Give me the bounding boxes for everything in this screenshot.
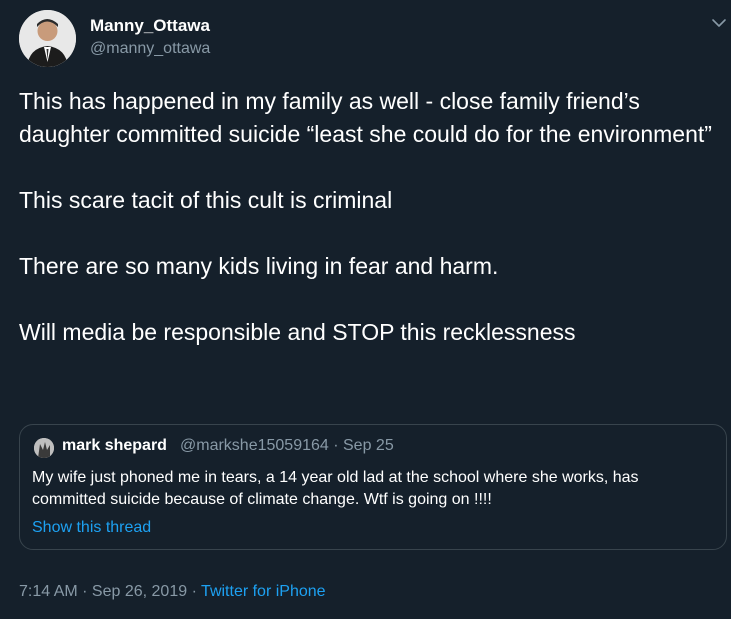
- tweet-paragraph: This scare tacit of this cult is crimina…: [19, 187, 393, 213]
- tweet-card: Manny_Ottawa @manny_ottawa This has happ…: [0, 0, 731, 619]
- tweet-paragraph: Will media be responsible and STOP this …: [19, 319, 576, 345]
- quoted-avatar: [34, 438, 54, 458]
- quoted-text: My wife just phoned me in tears, a 14 ye…: [32, 469, 639, 508]
- tweet-paragraph: This has happened in my family as well -…: [19, 88, 712, 147]
- chevron-down-icon[interactable]: [710, 14, 728, 32]
- quoted-handle-date: @markshe15059164 · Sep 25: [180, 437, 394, 454]
- quoted-tweet[interactable]: mark shepard @markshe15059164 · Sep 25 M…: [19, 424, 727, 550]
- tweet-timestamp[interactable]: 7:14 AM · Sep 26, 2019 ·: [19, 583, 201, 600]
- author-display-name[interactable]: Manny_Ottawa: [90, 16, 210, 36]
- author-handle[interactable]: @manny_ottawa: [90, 40, 210, 58]
- tweet-footer: 7:14 AM · Sep 26, 2019 · Twitter for iPh…: [19, 583, 326, 601]
- show-thread-link[interactable]: Show this thread: [32, 519, 151, 537]
- tweet-paragraph: There are so many kids living in fear an…: [19, 253, 499, 279]
- profile-photo-icon: [19, 10, 76, 67]
- tweet-text: This has happened in my family as well -…: [19, 85, 724, 349]
- quoted-profile-photo-icon: [34, 438, 54, 458]
- tweet-source-link[interactable]: Twitter for iPhone: [201, 583, 326, 600]
- profile-avatar[interactable]: [19, 10, 76, 67]
- quoted-display-name: mark shepard: [62, 437, 167, 454]
